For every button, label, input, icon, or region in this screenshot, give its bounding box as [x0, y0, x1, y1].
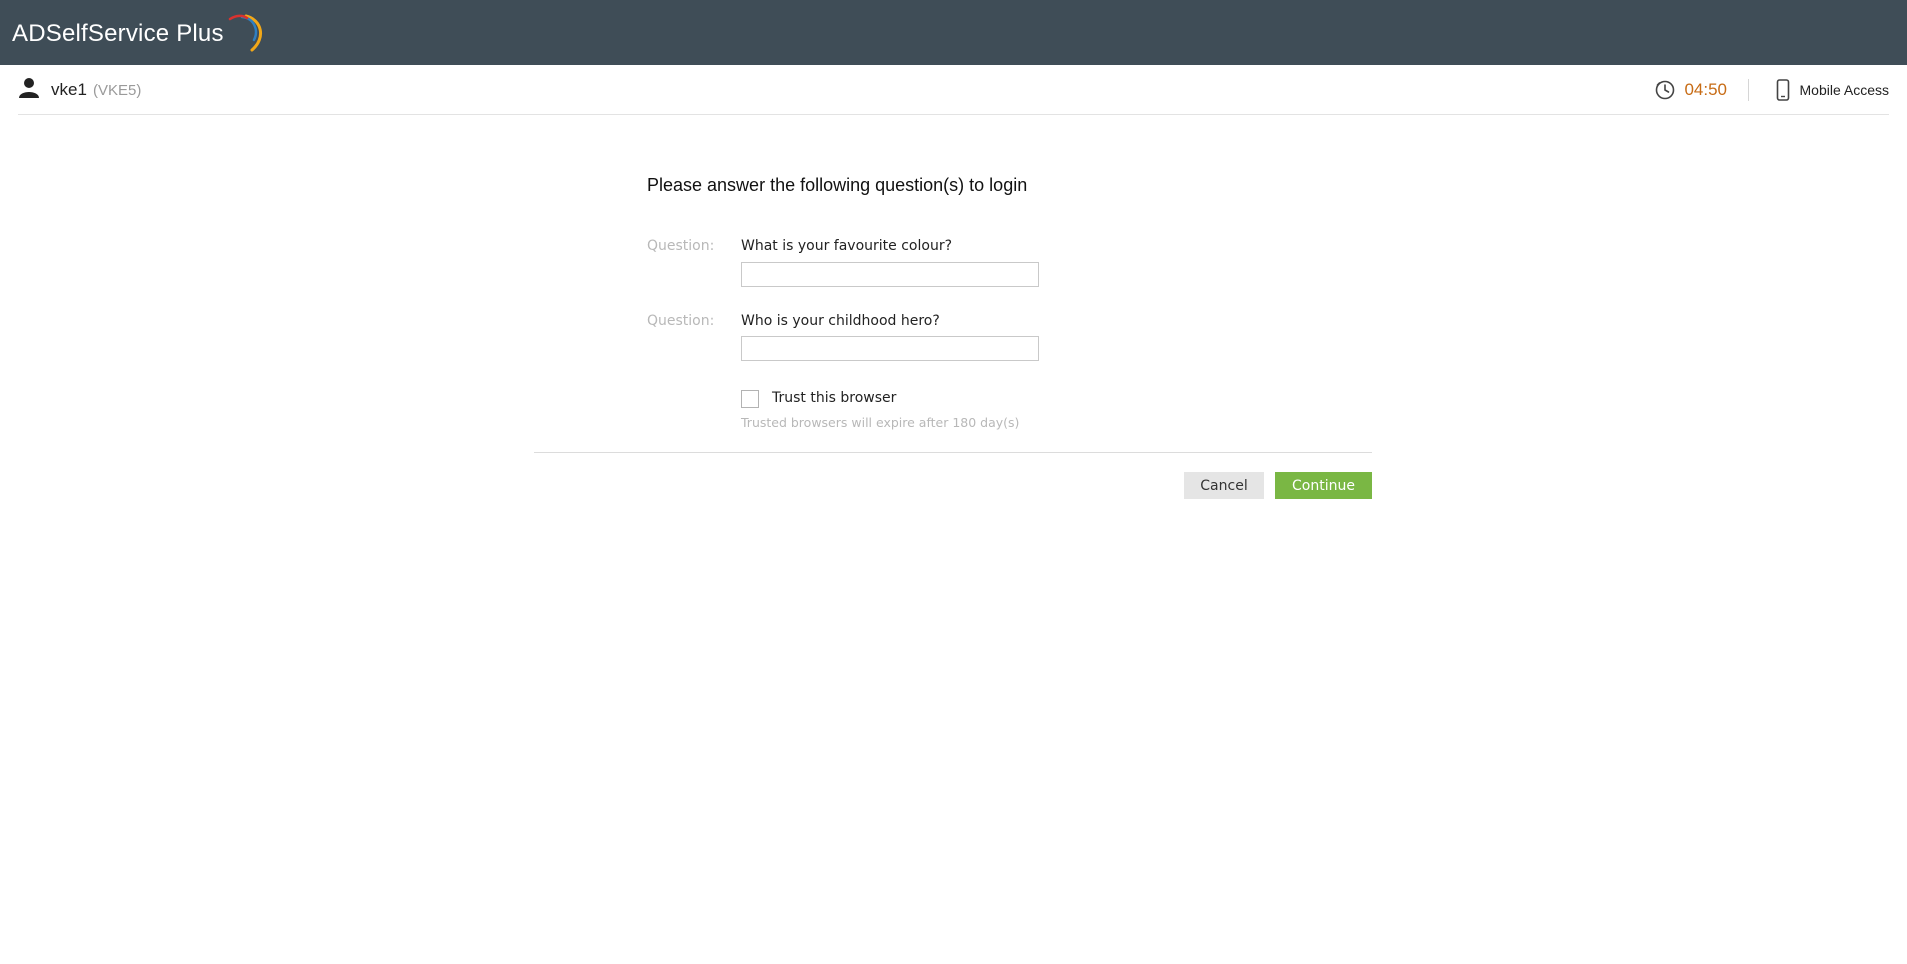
mobile-phone-icon — [1776, 79, 1789, 101]
mobile-access-label: Mobile Access — [1799, 82, 1889, 98]
user-bar: vke1 (VKE5) 04:50 Mobile Access — [18, 66, 1889, 115]
question-2-text: Who is your childhood hero? — [741, 313, 940, 329]
user-icon — [19, 78, 39, 98]
page-title: Please answer the following question(s) … — [647, 175, 1028, 195]
answer-2-input[interactable] — [741, 336, 1039, 361]
question-1-text: What is your favourite colour? — [741, 238, 953, 254]
header-bar: ADSelfService Plus — [0, 0, 1907, 65]
answer-1-input[interactable] — [741, 262, 1039, 287]
question-1-label: Question: — [647, 238, 715, 254]
logo-swoosh-icon — [228, 14, 262, 52]
continue-button[interactable]: Continue — [1275, 472, 1372, 499]
user-domain: (VKE5) — [93, 82, 142, 99]
trust-browser-note: Trusted browsers will expire after 180 d… — [741, 415, 1020, 430]
logo-text: ADSelfService Plus — [12, 20, 224, 47]
user-name: vke1 — [51, 80, 87, 99]
question-2-label: Question: — [647, 313, 715, 329]
clock-icon — [1656, 80, 1675, 100]
timer-value: 04:50 — [1684, 80, 1727, 99]
app-logo[interactable]: ADSelfService Plus — [12, 14, 262, 54]
session-timer: 04:50 — [1655, 79, 1727, 101]
trust-browser-label[interactable]: Trust this browser — [772, 390, 896, 406]
trust-browser-checkbox[interactable] — [741, 390, 759, 408]
form-divider — [534, 452, 1372, 453]
header-divider — [1748, 79, 1749, 101]
cancel-button[interactable]: Cancel — [1184, 472, 1264, 499]
mobile-access-link[interactable]: Mobile Access — [1776, 79, 1889, 101]
